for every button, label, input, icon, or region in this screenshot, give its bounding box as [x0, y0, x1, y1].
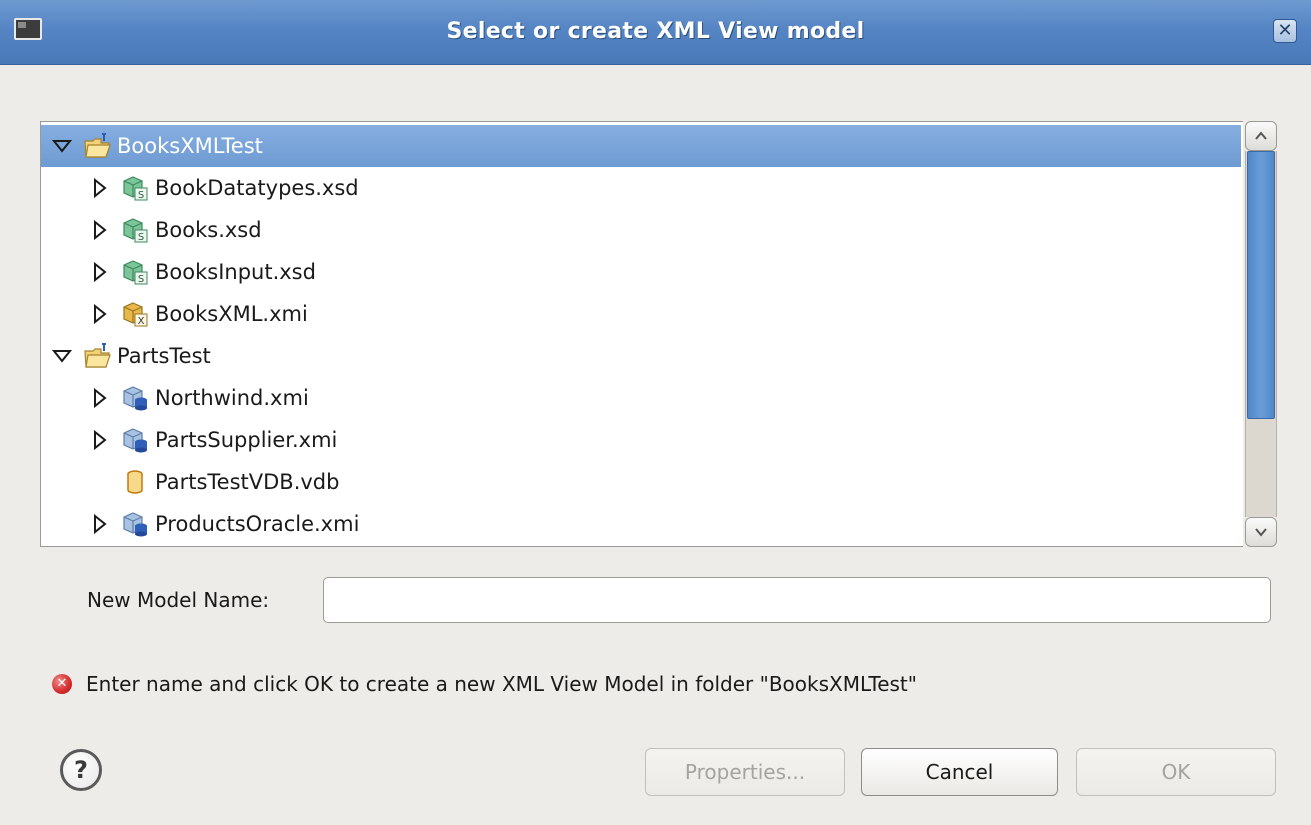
window-title: Select or create XML View model	[446, 19, 865, 44]
scroll-thumb[interactable]	[1247, 151, 1275, 419]
chevron-up-icon	[1255, 131, 1267, 140]
expand-toggle-icon[interactable]	[51, 135, 73, 157]
tree-item-label: ProductsOracle.xmi	[155, 512, 360, 536]
help-icon[interactable]: ?	[60, 749, 102, 791]
tree-item[interactable]: PartsTestVDB.vdb	[41, 461, 1241, 503]
tree-item-label: Books.xsd	[155, 218, 262, 242]
collapse-toggle-icon[interactable]	[89, 219, 111, 241]
xsd-schema-icon: S	[121, 216, 149, 244]
svg-text:S: S	[138, 274, 144, 285]
tree-item-label: PartsTestVDB.vdb	[155, 470, 340, 494]
svg-text:X: X	[138, 316, 145, 327]
collapse-toggle-icon[interactable]	[89, 261, 111, 283]
ok-button[interactable]: OK	[1076, 748, 1276, 796]
xsd-schema-icon: S	[121, 258, 149, 286]
scroll-track[interactable]	[1245, 151, 1277, 517]
tree-item[interactable]: S BooksInput.xsd	[41, 251, 1241, 293]
error-icon: ✕	[52, 674, 72, 694]
collapse-toggle-icon[interactable]	[89, 303, 111, 325]
tree-item[interactable]: S Books.xsd	[41, 209, 1241, 251]
tree-item[interactable]: PartsSupplier.xmi	[41, 419, 1241, 461]
project-folder-icon	[83, 342, 111, 370]
properties-button[interactable]: Properties...	[645, 748, 845, 796]
scroll-up-button[interactable]	[1245, 121, 1277, 151]
tree-item-label: BooksXML.xmi	[155, 302, 308, 326]
status-message: ✕ Enter name and click OK to create a ne…	[52, 672, 917, 696]
project-folder-icon	[83, 132, 111, 160]
relational-model-icon	[121, 426, 149, 454]
tree-item[interactable]: X BooksXML.xmi	[41, 293, 1241, 335]
tree-item[interactable]: Northwind.xmi	[41, 377, 1241, 419]
tree-list: BooksXMLTest S BookDatatypes.xsd S Books.xsd…	[41, 125, 1241, 545]
cancel-button[interactable]: Cancel	[861, 748, 1058, 796]
tree-item-label: BooksInput.xsd	[155, 260, 316, 284]
collapse-toggle-icon[interactable]	[89, 513, 111, 535]
relational-model-icon	[121, 384, 149, 412]
tree-item[interactable]: ProductsOracle.xmi	[41, 503, 1241, 545]
collapse-toggle-icon[interactable]	[89, 387, 111, 409]
chevron-down-icon	[1255, 528, 1267, 537]
new-model-name-label: New Model Name:	[87, 588, 270, 612]
svg-text:S: S	[138, 190, 144, 201]
dialog-window: Select or create XML View model ✕ BooksX…	[0, 0, 1311, 825]
tree-item[interactable]: BooksXMLTest	[41, 125, 1241, 167]
tree-scrollbar[interactable]	[1243, 121, 1279, 547]
title-bar[interactable]: Select or create XML View model ✕	[0, 0, 1311, 65]
scroll-down-button[interactable]	[1245, 517, 1277, 547]
tree-item-label: PartsTest	[117, 344, 211, 368]
tree-item-label: BookDatatypes.xsd	[155, 176, 359, 200]
tree-item[interactable]: S BookDatatypes.xsd	[41, 167, 1241, 209]
xsd-schema-icon: S	[121, 174, 149, 202]
tree-item-label: PartsSupplier.xmi	[155, 428, 338, 452]
relational-model-icon	[121, 510, 149, 538]
status-message-text: Enter name and click OK to create a new …	[86, 672, 917, 696]
tree-item[interactable]: PartsTest	[41, 335, 1241, 377]
model-tree[interactable]: BooksXMLTest S BookDatatypes.xsd S Books.xsd…	[40, 121, 1274, 547]
new-model-name-input[interactable]	[323, 577, 1271, 623]
svg-text:S: S	[138, 232, 144, 243]
expand-toggle-icon[interactable]	[51, 345, 73, 367]
xml-model-icon: X	[121, 300, 149, 328]
close-icon[interactable]: ✕	[1273, 19, 1297, 43]
collapse-toggle-icon[interactable]	[89, 177, 111, 199]
tree-item-label: Northwind.xmi	[155, 386, 309, 410]
collapse-toggle-icon[interactable]	[89, 429, 111, 451]
tree-item-label: BooksXMLTest	[117, 134, 263, 158]
vdb-icon	[121, 468, 149, 496]
